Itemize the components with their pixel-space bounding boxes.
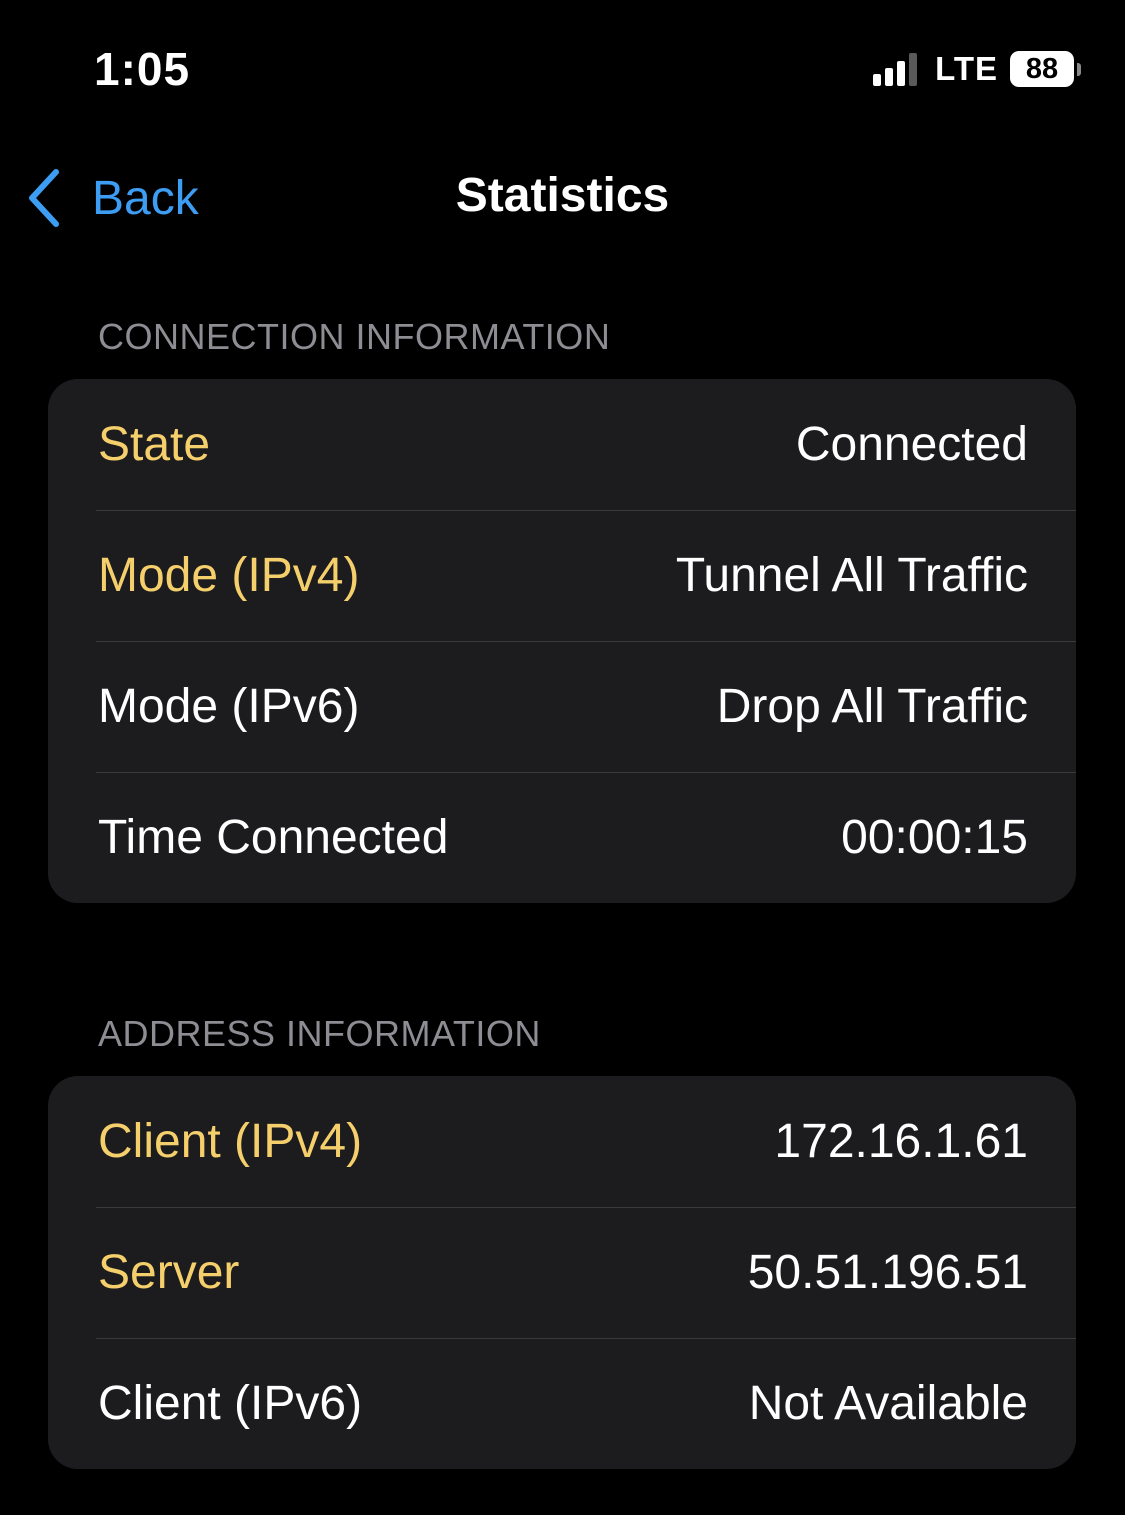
row-label-client-ipv6: Client (IPv6) [98,1377,363,1430]
row-value-client-ipv4: 172.16.1.61 [774,1115,1028,1168]
row-label-mode-ipv4: Mode (IPv4) [98,548,359,603]
row-value-state: Connected [795,418,1028,471]
status-bar: 1:05 LTE 88 [0,0,1125,140]
row-label-client-ipv4-text: Client (IPv4) [98,1115,363,1168]
row-mode-ipv6: Mode (IPv6) Drop All Traffic [48,641,1076,772]
row-client-ipv6: Client (IPv6) Not Available [48,1338,1076,1469]
row-label-client-ipv4: Client (IPv4) [98,1114,362,1169]
page-title: Statistics [455,169,670,222]
row-value-client-ipv6: Not Available [748,1377,1028,1430]
row-mode-ipv4: Mode (IPv4) Tunnel All Traffic [48,510,1076,641]
row-label-state-text: State [98,418,211,471]
battery-icon: 88 [1010,51,1081,87]
row-state: State Connected [48,379,1076,510]
row-label-server: Server [98,1245,239,1300]
row-label-state: State [98,417,210,472]
status-time: 1:05 [94,43,191,95]
network-type: LTE [935,50,998,87]
cellular-signal-icon [873,52,921,86]
row-value-server: 50.51.196.51 [747,1246,1028,1299]
status-indicators: LTE 88 [873,48,1081,90]
connection-section-header: CONNECTION INFORMATION [98,316,611,357]
navigation-bar: Back Statistics [0,140,1125,255]
row-label-time-connected: Time Connected [98,811,449,864]
row-value-mode-ipv6: Drop All Traffic [716,680,1028,733]
address-section-header: ADDRESS INFORMATION [98,1013,541,1054]
row-value-time-connected: 00:00:15 [841,811,1028,864]
row-label-mode-ipv6: Mode (IPv6) [98,680,360,733]
address-info-group: Client (IPv4) 172.16.1.61 Server 50.51.1… [48,1076,1076,1469]
row-time-connected: Time Connected 00:00:15 [48,772,1076,903]
row-server: Server 50.51.196.51 [48,1207,1076,1338]
connection-info-group: State Connected Mode (IPv4) Tunnel All T… [48,379,1076,903]
row-label-server-text: Server [98,1246,240,1299]
battery-level: 88 [1010,51,1074,87]
row-client-ipv4: Client (IPv4) 172.16.1.61 [48,1076,1076,1207]
battery-tip [1077,62,1081,76]
row-label-mode-ipv4-text: Mode (IPv4) [98,549,360,602]
row-value-mode-ipv4: Tunnel All Traffic [675,549,1028,602]
